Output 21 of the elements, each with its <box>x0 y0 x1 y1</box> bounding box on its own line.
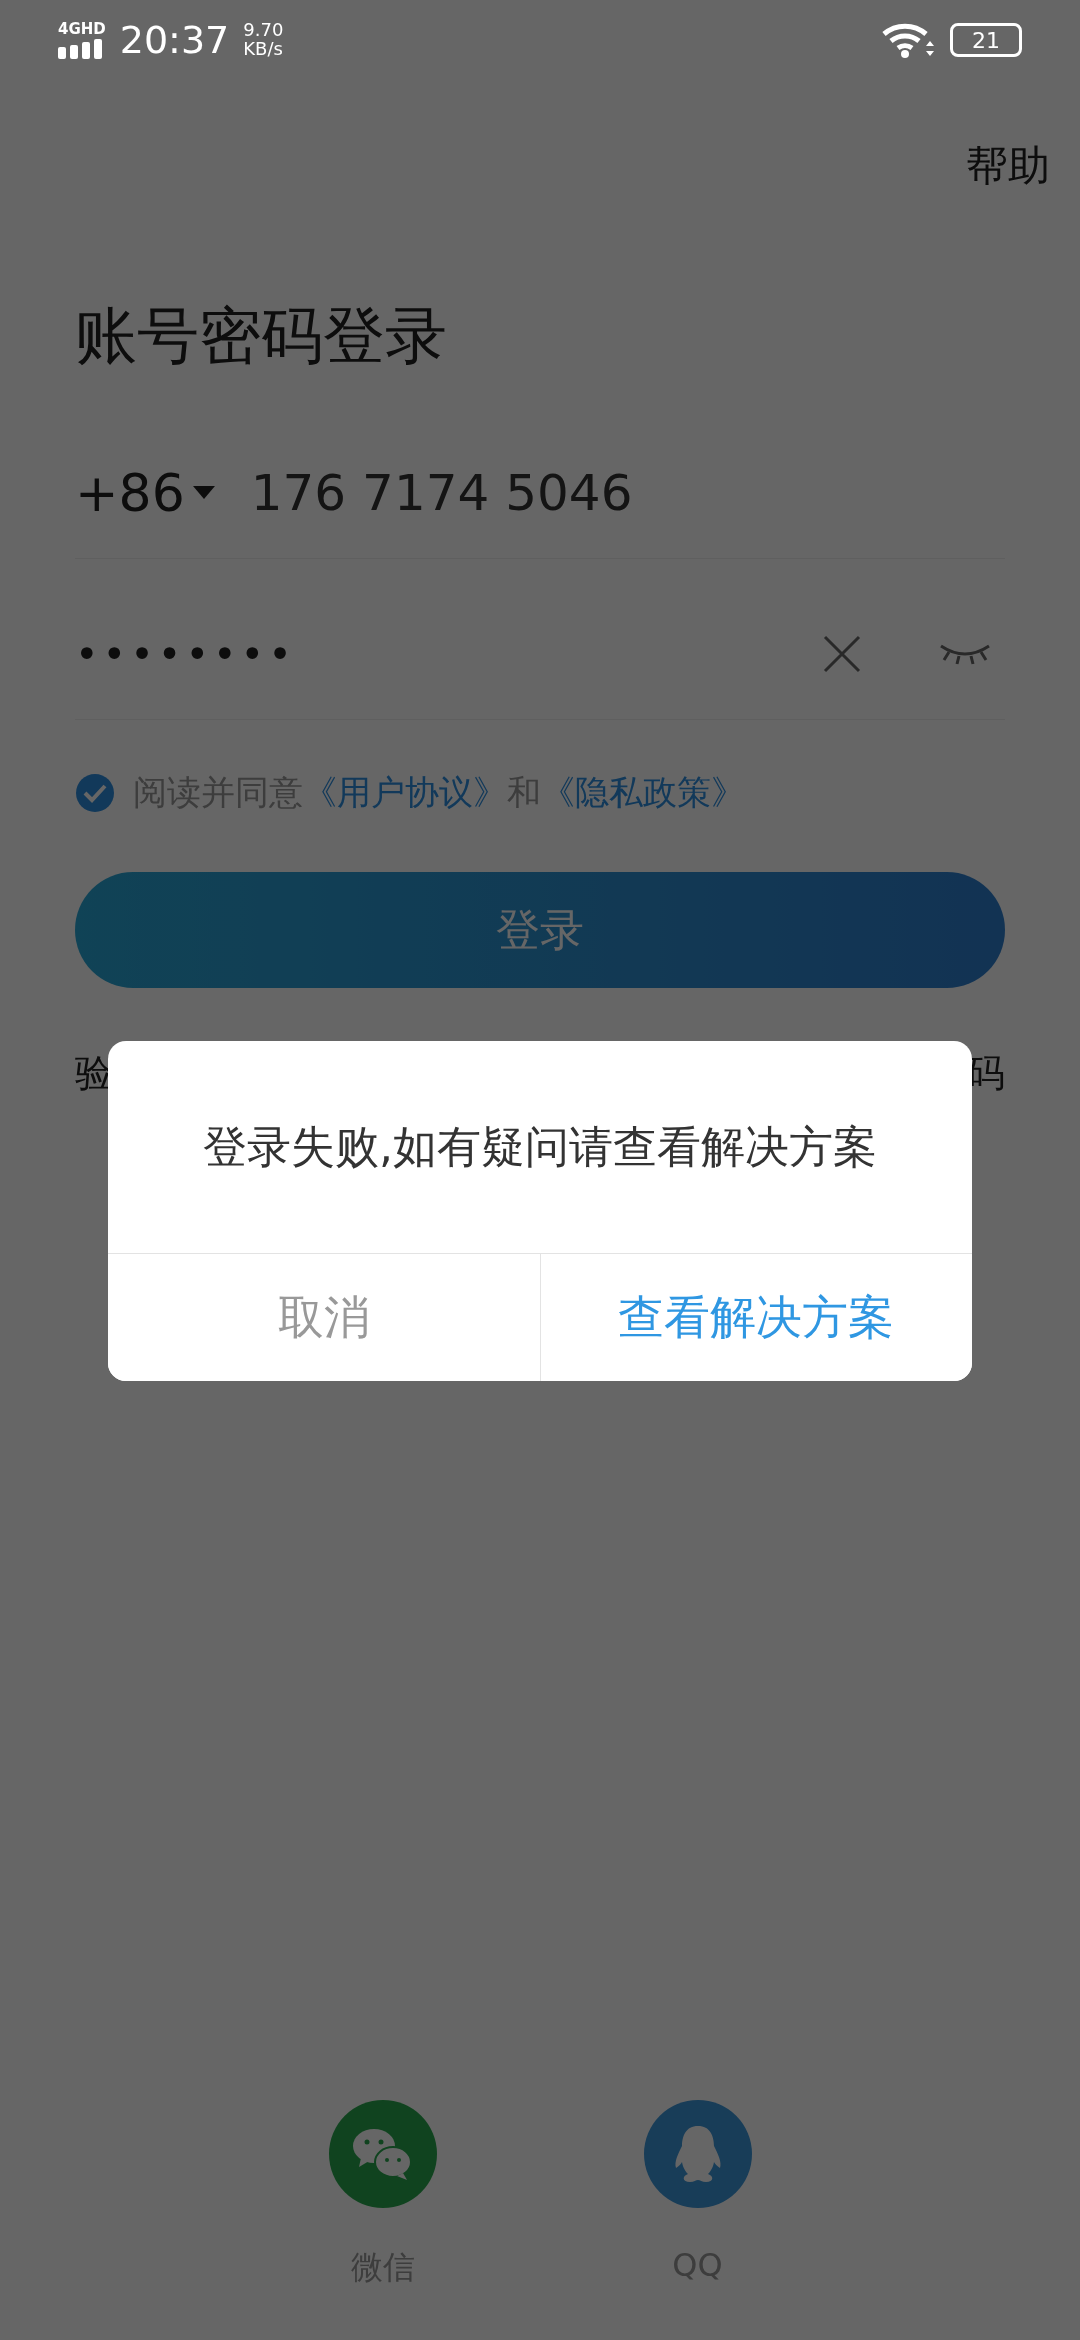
speed-unit: KB/s <box>243 40 284 59</box>
view-solution-button[interactable]: 查看解决方案 <box>539 1254 972 1381</box>
clear-icon[interactable] <box>823 635 861 673</box>
caret-icon <box>192 486 215 500</box>
battery-icon: 21 <box>950 23 1022 57</box>
chat-bubbles-icon[interactable] <box>328 2100 437 2208</box>
country-code-selector[interactable]: +86 <box>75 463 215 523</box>
clock-time: 20:37 <box>119 18 230 62</box>
page-title: 账号密码登录 <box>75 298 448 374</box>
agreement-link[interactable]: 《隐私政策》 <box>541 772 745 812</box>
help-link[interactable]: 帮助 <box>966 138 1050 194</box>
penguin-icon[interactable] <box>643 2100 752 2208</box>
password-input[interactable]: •••••••• <box>75 631 823 677</box>
signal-icon <box>58 38 102 59</box>
phone-input[interactable]: 176 7174 5046 <box>250 464 633 522</box>
speed-value: 9.70 <box>243 21 284 40</box>
login-button[interactable]: 登录 <box>75 872 1005 988</box>
network-label: 4GHD <box>58 21 106 37</box>
agreement-link[interactable]: 《用户协议》 <box>303 772 507 812</box>
checkbox[interactable] <box>75 773 115 813</box>
closed-eye-icon[interactable] <box>939 642 991 666</box>
